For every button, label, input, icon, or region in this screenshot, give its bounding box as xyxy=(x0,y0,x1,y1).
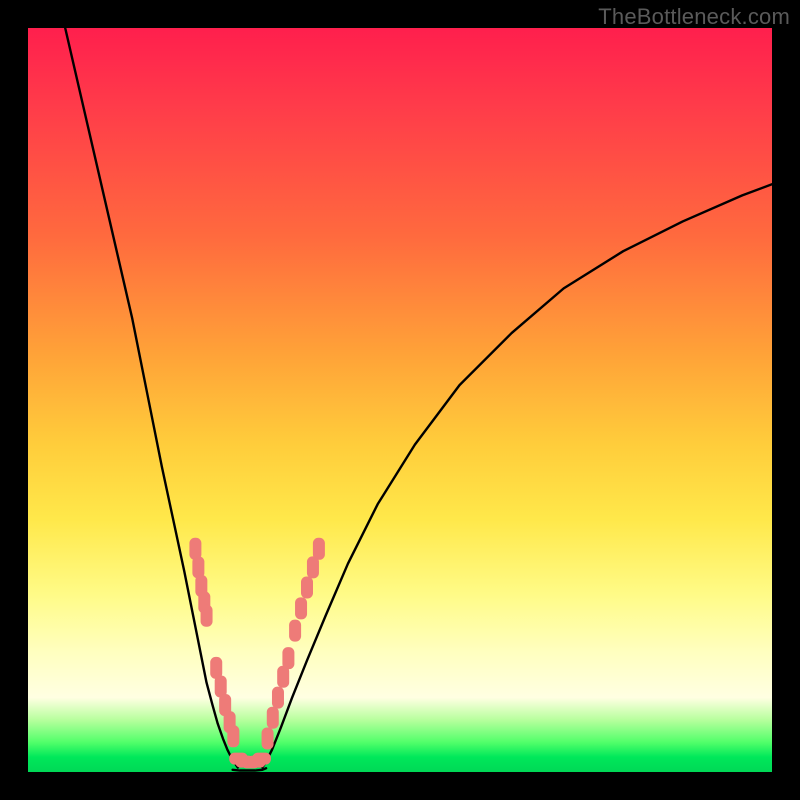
chart-svg xyxy=(28,28,772,772)
marker-right-lower xyxy=(267,707,279,729)
plot-area xyxy=(28,28,772,772)
marker-bottom xyxy=(252,753,271,765)
chart-frame: TheBottleneck.com xyxy=(0,0,800,800)
marker-right-upper xyxy=(301,576,313,598)
watermark-text: TheBottleneck.com xyxy=(598,4,790,30)
series-layer xyxy=(65,28,772,771)
marker-right-upper xyxy=(295,597,307,619)
marker-right-lower xyxy=(272,687,284,709)
marker-right-upper xyxy=(313,538,325,560)
marker-layer xyxy=(189,538,325,769)
marker-left-upper xyxy=(201,605,213,627)
marker-right-lower xyxy=(262,728,274,750)
marker-right-upper xyxy=(289,620,301,642)
marker-right-lower xyxy=(282,647,294,669)
series-right-curve xyxy=(262,184,772,767)
series-left-curve xyxy=(65,28,238,768)
marker-right-upper xyxy=(307,556,319,578)
marker-left-lower xyxy=(227,725,239,747)
